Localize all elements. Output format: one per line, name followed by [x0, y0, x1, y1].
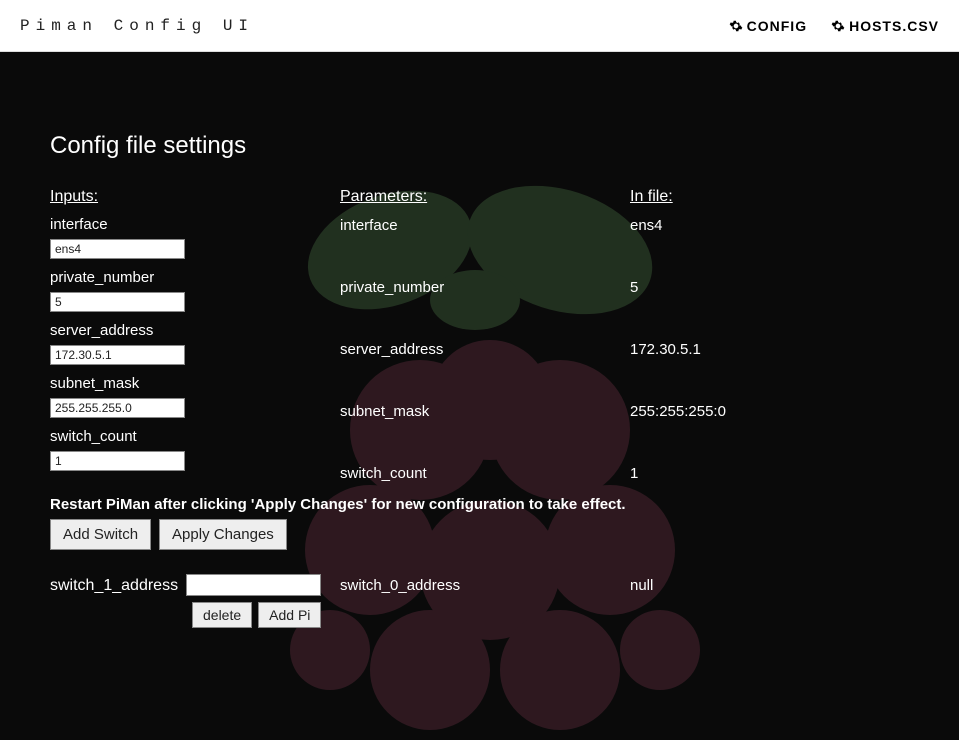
- topbar: Piman Config UI CONFIG HOSTS.CSV: [0, 0, 959, 52]
- nav-config[interactable]: CONFIG: [729, 18, 807, 34]
- nav-hosts-label: HOSTS.CSV: [849, 18, 939, 34]
- label-interface: interface: [50, 216, 340, 233]
- input-switch-1-address[interactable]: [186, 574, 321, 596]
- in-file-header: In file:: [630, 188, 830, 206]
- param-subnet-mask: subnet_mask: [340, 402, 630, 422]
- file-private-number: 5: [630, 278, 830, 298]
- label-private-number: private_number: [50, 269, 340, 286]
- param-switch-count: switch_count: [340, 464, 630, 484]
- input-server-address[interactable]: [50, 345, 185, 365]
- add-pi-button[interactable]: Add Pi: [258, 602, 321, 628]
- input-switch-count[interactable]: [50, 451, 185, 471]
- param-private-number: private_number: [340, 278, 630, 298]
- add-switch-button[interactable]: Add Switch: [50, 519, 151, 550]
- restart-notice: Restart PiMan after clicking 'Apply Chan…: [50, 496, 909, 513]
- gear-icon: [831, 19, 845, 33]
- delete-button[interactable]: delete: [192, 602, 252, 628]
- gear-icon: [729, 19, 743, 33]
- label-server-address: server_address: [50, 322, 340, 339]
- file-switch-count: 1: [630, 464, 830, 484]
- file-subnet-mask: 255:255:255:0: [630, 402, 830, 422]
- file-server-address: 172.30.5.1: [630, 340, 830, 360]
- inputs-column: Inputs: interface private_number server_…: [50, 188, 340, 490]
- in-file-column: In file: ens4 5 172.30.5.1 255:255:255:0…: [630, 188, 830, 490]
- param-switch-0: switch_0_address: [340, 576, 630, 596]
- parameters-column: Parameters: interface private_number ser…: [340, 188, 630, 490]
- page-title: Config file settings: [50, 132, 909, 160]
- label-switch-count: switch_count: [50, 428, 340, 445]
- label-subnet-mask: subnet_mask: [50, 375, 340, 392]
- switch-1-label: switch_1_address: [50, 575, 178, 595]
- param-server-address: server_address: [340, 340, 630, 360]
- nav-hosts[interactable]: HOSTS.CSV: [831, 18, 939, 34]
- brand-title: Piman Config UI: [20, 17, 254, 35]
- input-interface[interactable]: [50, 239, 185, 259]
- file-interface: ens4: [630, 216, 830, 236]
- inputs-header: Inputs:: [50, 188, 340, 206]
- input-private-number[interactable]: [50, 292, 185, 312]
- nav-config-label: CONFIG: [747, 18, 807, 34]
- top-nav: CONFIG HOSTS.CSV: [729, 18, 939, 34]
- param-interface: interface: [340, 216, 630, 236]
- parameters-header: Parameters:: [340, 188, 630, 206]
- apply-changes-button[interactable]: Apply Changes: [159, 519, 287, 550]
- file-switch-0: null: [630, 576, 830, 596]
- input-subnet-mask[interactable]: [50, 398, 185, 418]
